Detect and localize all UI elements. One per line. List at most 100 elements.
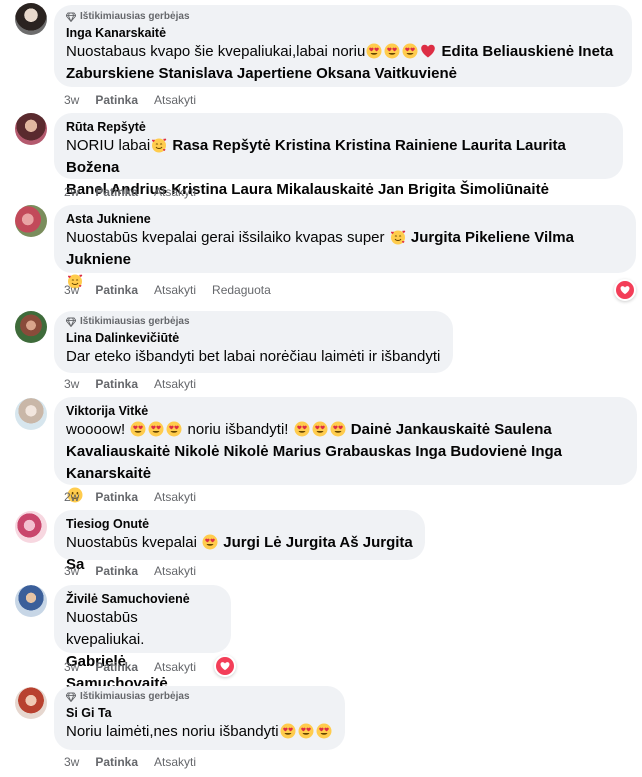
comment-text-part: Noriu laimėti,nes noriu išbandyti	[66, 723, 279, 740]
comment-timestamp[interactable]: 3w	[64, 282, 79, 298]
comment-author[interactable]: Asta Jukniene	[66, 211, 624, 227]
comment-bubble: Ištikimiausias gerbėjas Inga Kanarskaitė…	[54, 5, 632, 87]
smiling-hearts-emoji-icon	[390, 229, 406, 245]
top-fan-badge: Ištikimiausias gerbėjas	[66, 11, 620, 23]
comment-author[interactable]: Rūta Repšytė	[66, 119, 611, 135]
comment-bubble: Živilė Samuchovienė Nuostabūs kvepaliuka…	[54, 585, 231, 692]
heart-icon	[219, 660, 231, 672]
red-heart-emoji-icon	[420, 43, 436, 59]
avatar[interactable]	[15, 205, 47, 237]
reply-button[interactable]: Atsakyti	[154, 489, 196, 505]
like-button[interactable]: Patinka	[95, 659, 138, 675]
comment-timestamp[interactable]: 2w	[64, 184, 79, 200]
heart-eyes-emoji-icon	[148, 421, 164, 437]
comment-bubble: Ištikimiausias gerbėjas Si Gi Ta Noriu l…	[54, 686, 345, 750]
comment-author[interactable]: Si Gi Ta	[66, 705, 333, 721]
top-fan-label: Ištikimiausias gerbėjas	[80, 316, 190, 327]
heart-eyes-emoji-icon	[312, 421, 328, 437]
comment-text-part: NORIU labai	[66, 137, 151, 154]
reply-button[interactable]: Atsakyti	[154, 563, 196, 579]
avatar[interactable]	[15, 585, 47, 617]
comment-text-part: Nuostabūs kvepalai gerai išsilaiko kvapa…	[66, 229, 385, 246]
comment-author[interactable]: Živilė Samuchovienė	[66, 591, 219, 607]
reply-button[interactable]: Atsakyti	[154, 92, 196, 108]
comment-actions: 3w Patinka Atsakyti	[64, 92, 196, 108]
comment-timestamp[interactable]: 3w	[64, 754, 79, 770]
comment-actions: 3w Patinka Atsakyti	[64, 754, 196, 770]
comment-text-part: noriu išbandyti!	[187, 421, 289, 438]
heart-eyes-emoji-icon	[384, 43, 400, 59]
like-button[interactable]: Patinka	[95, 754, 138, 770]
reply-button[interactable]: Atsakyti	[154, 659, 196, 675]
heart-eyes-emoji-icon	[366, 43, 382, 59]
comment-timestamp[interactable]: 3w	[64, 376, 79, 392]
heart-icon	[619, 284, 631, 296]
comment-actions: 2w Patinka Atsakyti	[64, 184, 196, 200]
comment-bubble: Rūta Repšytė NORIU labai Rasa Repšytė Kr…	[54, 113, 623, 198]
comment-text-part: Nuostabaus kvapo šie kvepaliukai,labai n…	[66, 43, 366, 60]
comment-timestamp[interactable]: 3w	[64, 659, 79, 675]
avatar[interactable]	[15, 113, 47, 145]
comment-bubble: Asta Jukniene Nuostabūs kvepalai gerai i…	[54, 205, 636, 273]
comment-actions: 3w Patinka Atsakyti	[64, 659, 196, 675]
comment-text: Nuostabaus kvapo šie kvepaliukai,labai n…	[66, 41, 620, 85]
smiling-hearts-emoji-icon	[151, 137, 167, 153]
diamond-icon	[66, 692, 76, 702]
comment-timestamp[interactable]: 3w	[64, 563, 79, 579]
comment-actions: 2w Patinka Atsakyti	[64, 489, 196, 505]
top-fan-badge: Ištikimiausias gerbėjas	[66, 316, 441, 328]
comment-timestamp[interactable]: 2w	[64, 489, 79, 505]
reply-button[interactable]: Atsakyti	[154, 184, 196, 200]
top-fan-label: Ištikimiausias gerbėjas	[80, 691, 190, 702]
avatar[interactable]	[15, 311, 47, 343]
like-button[interactable]: Patinka	[95, 563, 138, 579]
reply-button[interactable]: Atsakyti	[154, 376, 196, 392]
heart-eyes-emoji-icon	[166, 421, 182, 437]
heart-eyes-emoji-icon	[130, 421, 146, 437]
avatar[interactable]	[15, 398, 47, 430]
comment-author[interactable]: Viktorija Vitkė	[66, 403, 625, 419]
edited-label: Redaguota	[212, 283, 271, 297]
reply-button[interactable]: Atsakyti	[154, 754, 196, 770]
top-fan-label: Ištikimiausias gerbėjas	[80, 11, 190, 22]
comment-author[interactable]: Inga Kanarskaitė	[66, 25, 620, 41]
love-reaction-badge[interactable]	[214, 655, 236, 677]
comment-text-part: Nuostabūs kvepalai	[66, 534, 197, 551]
heart-eyes-emoji-icon	[316, 723, 332, 739]
tagged-user[interactable]: Edita Beliauskienė Ineta	[442, 43, 614, 60]
comment-text: Noriu laimėti,nes noriu išbandyti	[66, 721, 333, 743]
avatar[interactable]	[15, 687, 47, 719]
comment-text: Dar eteko išbandyti bet labai norėčiau l…	[66, 348, 441, 365]
heart-eyes-emoji-icon	[330, 421, 346, 437]
reply-button[interactable]: Atsakyti	[154, 282, 196, 298]
love-reaction-badge[interactable]	[614, 279, 636, 301]
comment-text-part: woooow!	[66, 421, 126, 438]
comment-bubble: Ištikimiausias gerbėjas Lina Dalinkeviči…	[54, 311, 453, 373]
heart-eyes-emoji-icon	[402, 43, 418, 59]
tagged-user[interactable]: Kavaliauskaitė Nikolė Nikolė Marius Grab…	[66, 443, 562, 482]
like-button[interactable]: Patinka	[95, 489, 138, 505]
tagged-user[interactable]: Dainė Jankauskaitė Saulena	[351, 421, 552, 438]
diamond-icon	[66, 12, 76, 22]
comment-text: Nuostabūs kvepaliukai. Gabrielė Samuchov…	[66, 607, 219, 695]
avatar[interactable]	[15, 3, 47, 35]
heart-eyes-emoji-icon	[202, 534, 218, 550]
like-button[interactable]: Patinka	[95, 184, 138, 200]
comment-bubble: Viktorija Vitkė woooow! noriu išbandyti!…	[54, 397, 637, 485]
avatar[interactable]	[15, 511, 47, 543]
like-button[interactable]: Patinka	[95, 92, 138, 108]
comment-actions: 3w Patinka Atsakyti	[64, 376, 196, 392]
comment-actions: 3w Patinka Atsakyti Redaguota	[64, 282, 271, 298]
like-button[interactable]: Patinka	[95, 282, 138, 298]
comment-timestamp[interactable]: 3w	[64, 92, 79, 108]
heart-eyes-emoji-icon	[294, 421, 310, 437]
comment-text-part: Nuostabūs kvepaliukai.	[66, 609, 145, 648]
diamond-icon	[66, 317, 76, 327]
comment-author[interactable]: Lina Dalinkevičiūtė	[66, 330, 441, 346]
comment-author[interactable]: Tiesiog Onutė	[66, 516, 413, 532]
comment-bubble: Tiesiog Onutė Nuostabūs kvepalai Jurgi L…	[54, 510, 425, 573]
tagged-user[interactable]: Zaburskiene Stanislava Japertiene Oksana…	[66, 65, 457, 82]
heart-eyes-emoji-icon	[298, 723, 314, 739]
heart-eyes-emoji-icon	[280, 723, 296, 739]
like-button[interactable]: Patinka	[95, 376, 138, 392]
